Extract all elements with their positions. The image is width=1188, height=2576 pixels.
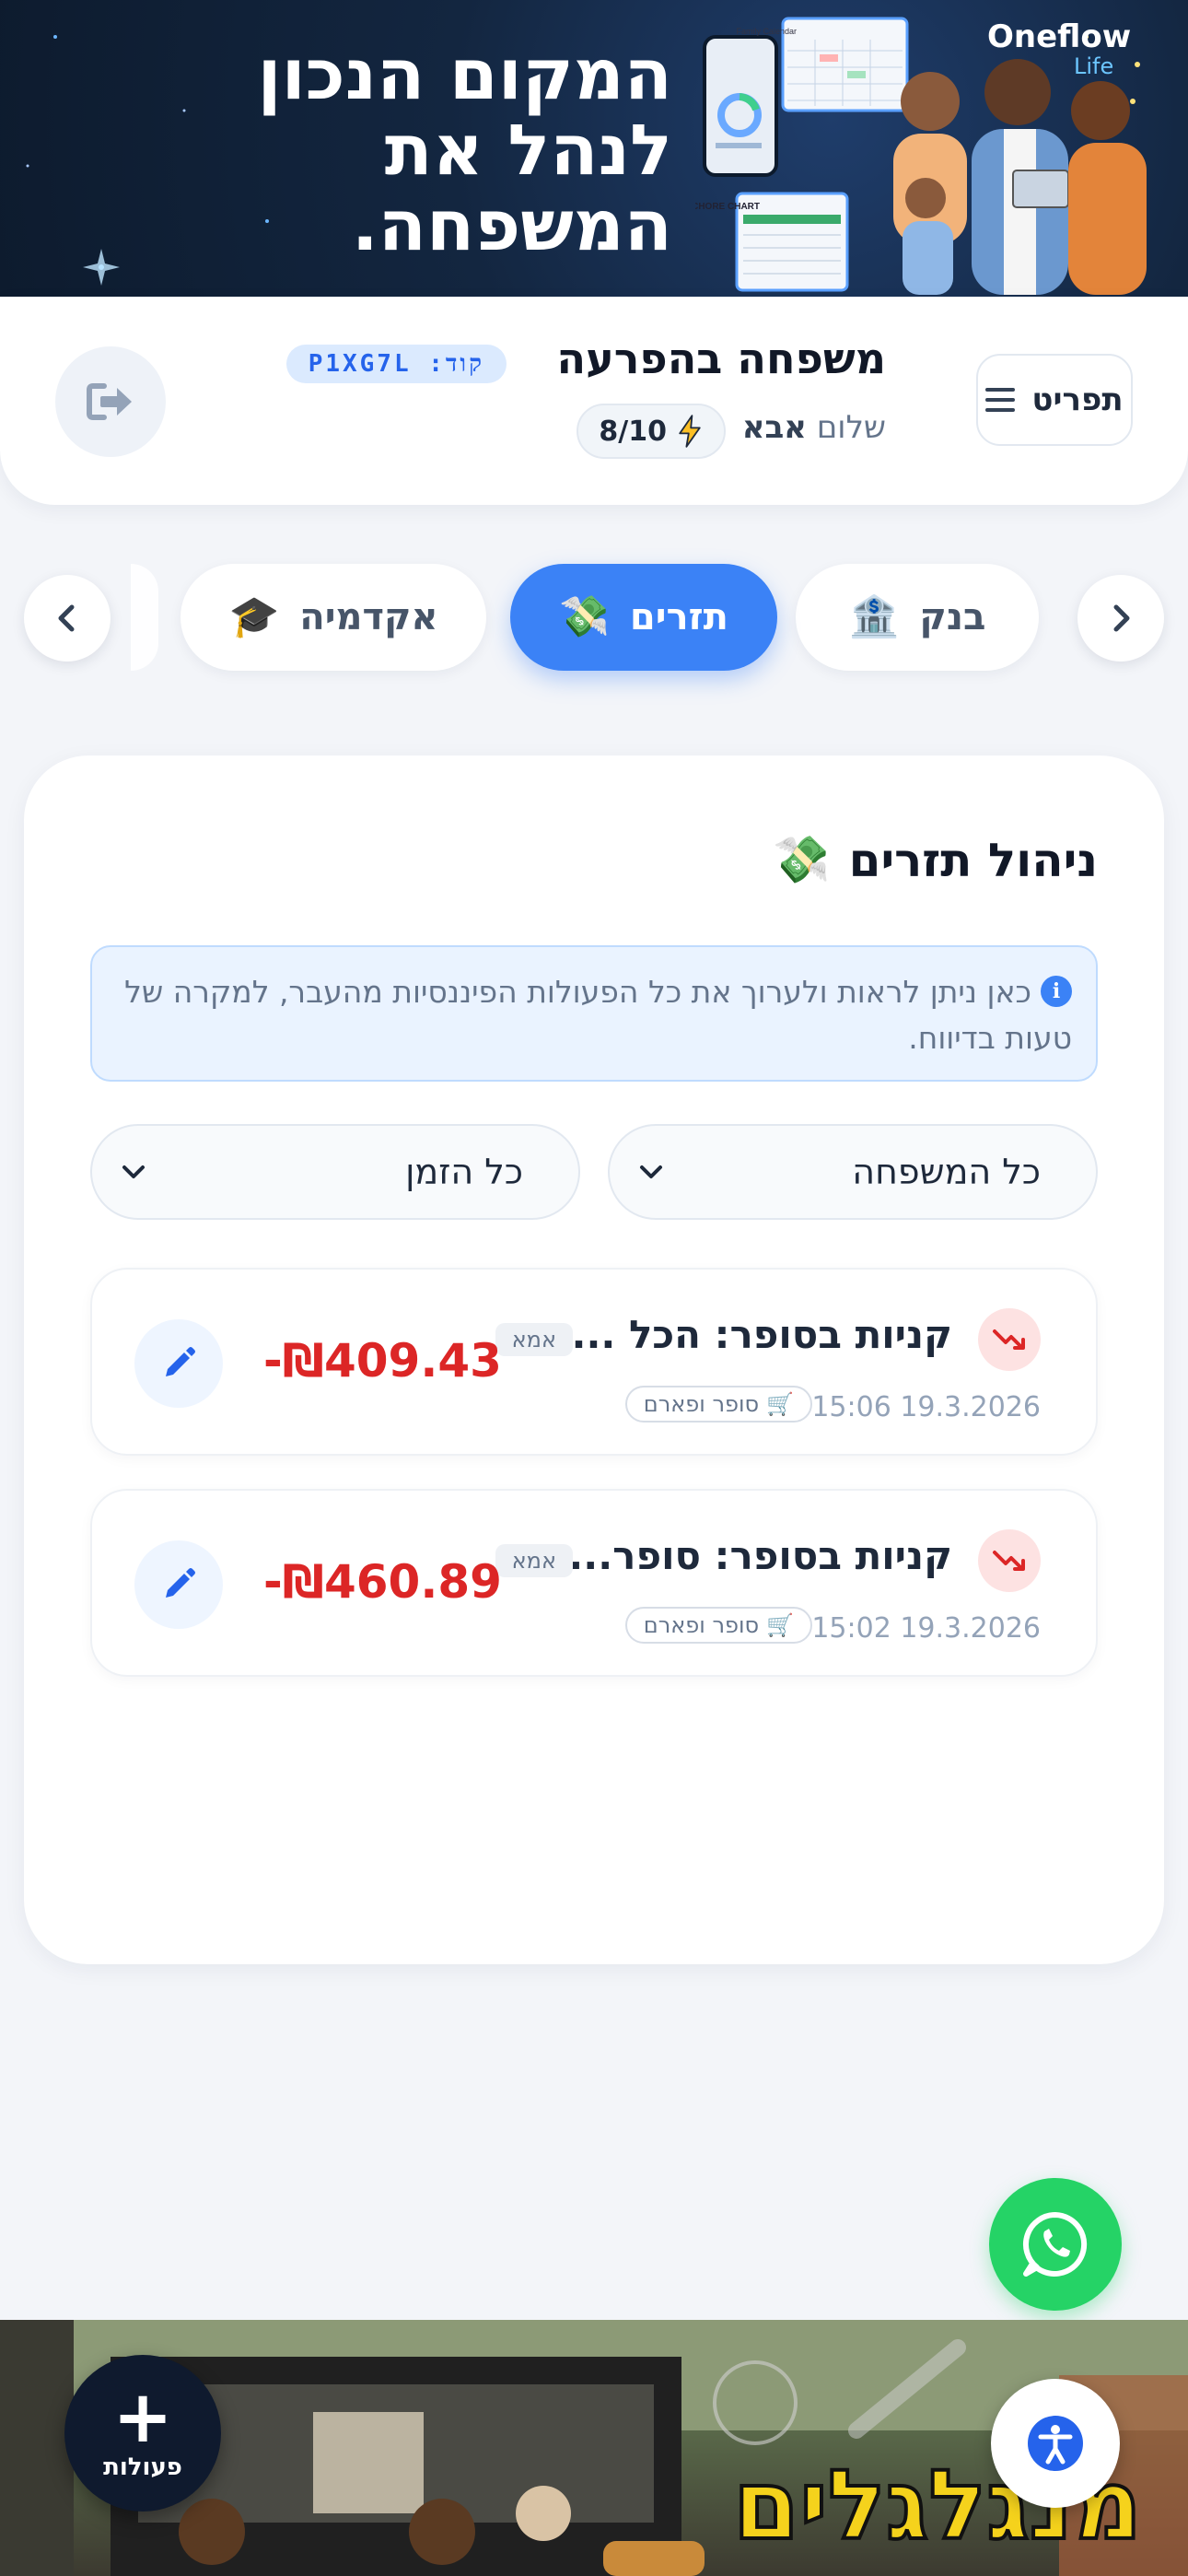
edit-transaction-button[interactable] <box>134 1540 223 1629</box>
brand-subtitle: Life <box>1074 53 1114 79</box>
edit-transaction-button[interactable] <box>134 1319 223 1408</box>
greeting: שלום אבא <box>742 409 886 446</box>
hamburger-icon <box>985 388 1016 412</box>
tab-academy-label: אקדמיה <box>299 596 438 638</box>
transaction-amount: -₪409.43 <box>263 1334 502 1388</box>
pencil-icon <box>166 1568 195 1598</box>
brand-logo: Oneflow <box>987 18 1132 55</box>
panel-title-text: ניהול תזרים <box>848 833 1098 887</box>
info-notice-text: כאן ניתן לראות ולערוך את כל הפעולות הפינ… <box>124 974 1072 1056</box>
promo-banner[interactable]: המקום הנכון לנהל את המשפחה. Family Calen… <box>0 0 1188 297</box>
transaction-amount: -₪460.89 <box>263 1555 502 1609</box>
tabs-scroll-right-button[interactable] <box>1077 575 1164 662</box>
menu-button[interactable]: תפריט <box>976 354 1133 446</box>
trending-down-icon <box>978 1308 1041 1371</box>
lightning-icon <box>679 415 701 448</box>
chevron-down-icon <box>640 1165 662 1178</box>
transaction-row[interactable]: קניות בסופר: הכל ... אמא 15:06 19.3.2026… <box>90 1268 1098 1456</box>
transaction-category-label: סופר ופארם <box>643 1391 760 1417</box>
logout-button[interactable] <box>55 346 166 457</box>
banner-headline: המקום הנכון לנהל את המשפחה. <box>257 33 672 266</box>
logout-icon <box>87 383 132 420</box>
greeting-prefix: שלום <box>816 409 886 446</box>
money-flow-icon: 💸 <box>559 593 610 640</box>
cashflow-panel: ניהול תזרים 💸 iכאן ניתן לראות ולערוך את … <box>24 755 1164 1964</box>
shopping-cart-icon: 🛒 <box>766 1612 794 1638</box>
member-filter-select[interactable]: כל המשפחה <box>608 1124 1098 1220</box>
menu-button-label: תפריט <box>1031 381 1124 418</box>
tab-bank-label: בנק <box>919 596 986 638</box>
chevron-down-icon <box>122 1165 145 1178</box>
calendar-label: Family Calendar <box>736 27 797 36</box>
money-flow-icon: 💸 <box>773 833 831 886</box>
panel-title: ניהול תזרים 💸 <box>773 833 1098 887</box>
shopping-cart-icon: 🛒 <box>766 1391 794 1417</box>
transaction-title: קניות בסופר: הכל ... <box>571 1312 953 1357</box>
family-header: תפריט משפחה בהפרעה קוד: P1XG7L שלום אבא … <box>0 297 1188 505</box>
actions-fab-button[interactable]: + פעולות <box>64 2355 221 2512</box>
chevron-left-icon <box>58 604 75 632</box>
tab-academy[interactable]: אקדמיה 🎓 <box>181 564 486 671</box>
transaction-category-label: סופר ופארם <box>643 1612 760 1638</box>
energy-badge: 8/10 <box>577 404 726 459</box>
trending-down-icon <box>978 1529 1041 1592</box>
transaction-user-badge: אמא <box>495 1323 573 1356</box>
tab-overflow-fade <box>131 564 158 671</box>
tab-bank[interactable]: בנק 🏦 <box>796 564 1039 671</box>
transaction-date: 15:06 19.3.2026 <box>811 1391 1041 1423</box>
tab-cashflow[interactable]: תזרים 💸 <box>510 564 777 671</box>
transaction-category-badge: 🛒 סופר ופארם <box>624 1386 812 1423</box>
actions-fab-label: פעולות <box>103 2453 182 2481</box>
chore-chart-label: CHORE CHART <box>695 202 760 212</box>
section-tabs: בנק 🏦 תזרים 💸 אקדמיה 🎓 <box>0 562 1188 673</box>
graduation-cap-icon: 🎓 <box>228 593 280 640</box>
plus-icon: + <box>112 2376 173 2459</box>
family-code-badge[interactable]: קוד: P1XG7L <box>285 345 507 383</box>
family-name: משפחה בהפרעה <box>556 334 887 383</box>
time-filter-value: כל הזמן <box>405 1152 523 1192</box>
transaction-category-badge: 🛒 סופר ופארם <box>624 1607 812 1644</box>
whatsapp-icon <box>1022 2212 1088 2277</box>
transaction-user-badge: אמא <box>495 1544 573 1577</box>
member-filter-value: כל המשפחה <box>852 1152 1041 1192</box>
tabs-scroll-left-button[interactable] <box>24 575 111 662</box>
accessibility-icon <box>1028 2416 1083 2471</box>
accessibility-button[interactable] <box>991 2379 1120 2508</box>
info-notice: iכאן ניתן לראות ולערוך את כל הפעולות הפי… <box>90 945 1098 1082</box>
transaction-title: קניות בסופר: סופר... <box>568 1533 952 1578</box>
chevron-right-icon <box>1113 604 1130 632</box>
info-icon: i <box>1041 975 1072 1007</box>
transaction-row[interactable]: קניות בסופר: סופר... אמא 15:02 19.3.2026… <box>90 1489 1098 1677</box>
whatsapp-button[interactable] <box>989 2178 1122 2311</box>
greeting-name: אבא <box>741 409 807 446</box>
bank-icon: 🏦 <box>848 593 900 640</box>
tab-cashflow-label: תזרים <box>629 596 728 638</box>
pencil-icon <box>166 1347 195 1376</box>
time-filter-select[interactable]: כל הזמן <box>90 1124 580 1220</box>
energy-value: 8/10 <box>599 415 667 448</box>
transaction-date: 15:02 19.3.2026 <box>811 1612 1041 1645</box>
